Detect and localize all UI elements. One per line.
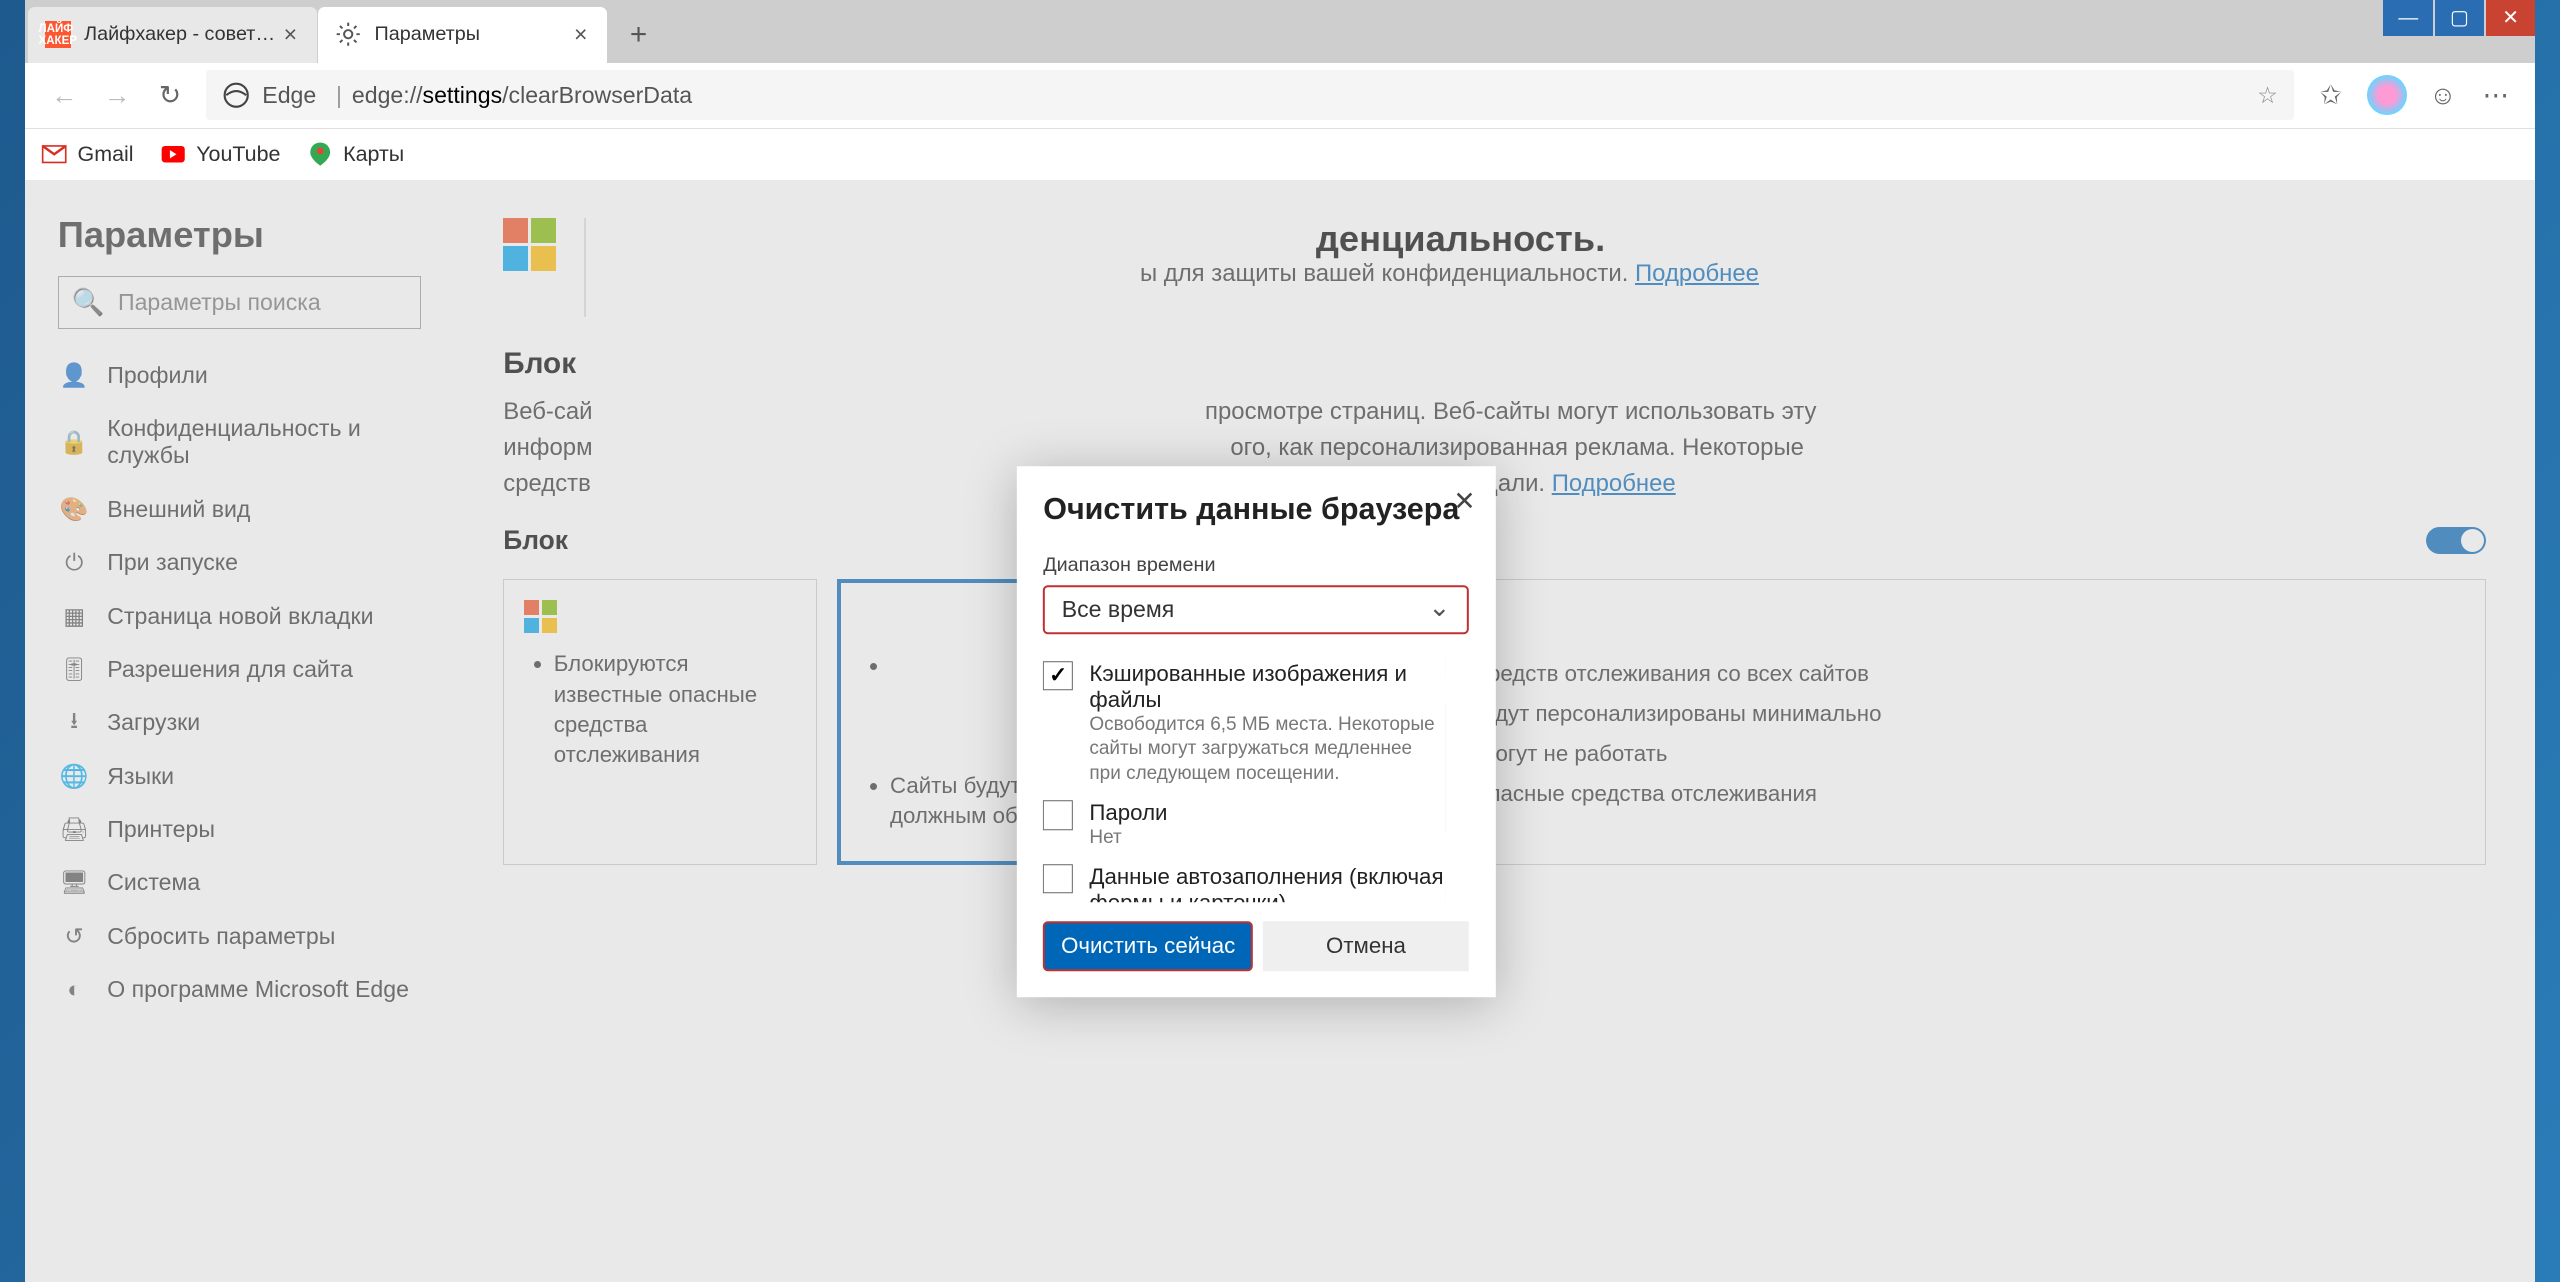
privacy-heading: XXXXXXXXXXXXXXXXXXXXXXXXXXXXXденциальнос… (614, 218, 2486, 260)
sidebar-item-profiles[interactable]: 👤Профили (38, 349, 441, 402)
dialog-title: Очистить данные браузера (1043, 492, 1469, 527)
sidebar-item-appearance[interactable]: 🎨Внешний вид (38, 483, 441, 536)
page-title: Параметры (38, 214, 441, 276)
address-url: edge://settings/clearBrowserData (352, 82, 692, 109)
sidebar-item-printers[interactable]: 🖨Принтеры (38, 803, 441, 856)
browser-window: ЛАЙФХАКЕР Лайфхакер - советы и лайфхаки … (25, 0, 2536, 1282)
sidebar-item-privacy[interactable]: 🔒Конфиденциальность и службы (38, 402, 441, 482)
privacy-subtitle: XXXXXXXXXXXXXXXXXXXXXXXXXXXXXXXXXы для з… (614, 260, 2486, 288)
blocking-heading: Блок (503, 347, 2486, 381)
sidebar-item-languages[interactable]: 🌐Языки (38, 750, 441, 803)
bookmark-maps[interactable]: Карты (307, 141, 404, 167)
lifehacker-favicon: ЛАЙФХАКЕР (45, 21, 71, 47)
sidebar-item-downloads[interactable]: ⭳Загрузки (38, 696, 441, 749)
titlebar: ЛАЙФХАКЕР Лайфхакер - советы и лайфхаки … (25, 0, 2536, 63)
cancel-button[interactable]: Отмена (1263, 922, 1469, 972)
address-separator: | (336, 82, 342, 109)
window-controls: — ▢ ✕ (2383, 0, 2535, 36)
scroll-down-icon[interactable]: ▼ (1446, 879, 1469, 902)
time-range-dropdown[interactable]: Все время (1043, 585, 1469, 635)
option-cache[interactable]: Кэшированные изображения и файлыОсвободи… (1043, 654, 1446, 793)
monitor-icon: 🖥 (61, 870, 87, 896)
power-icon: ⏻ (61, 549, 87, 575)
dialog-close-button[interactable]: ✕ (1453, 486, 1475, 517)
settings-sidebar: Параметры 🔍 👤Профили 🔒Конфиденциальность… (25, 181, 454, 1282)
tab-settings[interactable]: Параметры × (318, 7, 607, 63)
scrollbar-track[interactable] (1446, 654, 1469, 902)
toolbar: ← → ↻ Edge | edge://settings/clearBrowse… (25, 63, 2536, 129)
clear-data-dialog: ✕ Очистить данные браузера Диапазон врем… (1017, 466, 1495, 998)
new-tab-button[interactable]: + (615, 12, 661, 58)
search-icon: 🔍 (72, 287, 105, 318)
address-label: Edge (262, 82, 316, 109)
toggle-label: Блок (503, 525, 568, 556)
tabs-strip: ЛАЙФХАКЕР Лайфхакер - советы и лайфхаки … (25, 0, 662, 63)
dialog-buttons: Очистить сейчас Отмена (1043, 922, 1469, 972)
sidebar-item-about[interactable]: ◐О программе Microsoft Edge (38, 963, 441, 1016)
bookmark-youtube[interactable]: YouTube (160, 141, 281, 167)
sidebar-item-permissions[interactable]: 🎚Разрешения для сайта (38, 643, 441, 696)
option-autofill[interactable]: Данные автозаполнения (включая формы и к… (1043, 857, 1446, 902)
maximize-button[interactable]: ▢ (2435, 0, 2485, 36)
tab-lifehacker[interactable]: ЛАЙФХАКЕР Лайфхакер - советы и лайфхаки … (28, 7, 317, 63)
sidebar-item-system[interactable]: 🖥Система (38, 856, 441, 909)
checkbox-icon[interactable] (1043, 661, 1073, 691)
sidebar-item-startup[interactable]: ⏻При запуске (38, 536, 441, 589)
download-icon: ⭳ (61, 710, 87, 736)
tracking-toggle[interactable] (2426, 527, 2485, 553)
checkbox-icon[interactable] (1043, 864, 1073, 894)
clear-options-list: ▲ ▼ Кэшированные изображения и файлыОсво… (1043, 654, 1469, 902)
gmail-icon (41, 141, 67, 167)
bookmark-gmail[interactable]: Gmail (41, 141, 133, 167)
card-basic[interactable]: Блокируются известные опасные средства о… (503, 579, 817, 865)
microsoft-logo (503, 218, 556, 271)
scroll-up-icon[interactable]: ▲ (1446, 654, 1469, 677)
palette-icon: 🎨 (61, 496, 87, 522)
grid-icon: ▦ (61, 603, 87, 629)
more-menu-icon[interactable]: ⋯ (2469, 69, 2522, 122)
time-range-label: Диапазон времени (1043, 554, 1469, 577)
edge-icon (223, 82, 249, 108)
learn-more-link[interactable]: Подробнее (1635, 260, 1759, 287)
favorites-icon[interactable]: ✩ (2304, 69, 2357, 122)
lock-icon: 🔒 (61, 429, 87, 455)
search-input[interactable] (118, 289, 407, 316)
favorite-star-icon[interactable]: ☆ (2257, 82, 2278, 109)
sidebar-item-newtab[interactable]: ▦Страница новой вкладки (38, 589, 441, 642)
learn-more-link[interactable]: Подробнее (1552, 470, 1676, 497)
window-close-button[interactable]: ✕ (2486, 0, 2536, 36)
reset-icon: ↺ (61, 923, 87, 949)
tab-title: Лайфхакер - советы и лайфхаки (84, 23, 277, 46)
back-button[interactable]: ← (38, 69, 91, 122)
refresh-button[interactable]: ↻ (144, 69, 197, 122)
sidebar-item-reset[interactable]: ↺Сбросить параметры (38, 910, 441, 963)
bookmarks-bar: Gmail YouTube Карты (25, 129, 2536, 182)
minimize-button[interactable]: — (2383, 0, 2433, 36)
checkbox-icon[interactable] (1043, 800, 1073, 830)
youtube-icon (160, 141, 186, 167)
clear-now-button[interactable]: Очистить сейчас (1043, 922, 1253, 972)
address-bar[interactable]: Edge | edge://settings/clearBrowserData … (206, 70, 2294, 120)
edge-icon: ◐ (61, 976, 87, 1002)
forward-button[interactable]: → (91, 69, 144, 122)
globe-icon: 🌐 (61, 763, 87, 789)
settings-search[interactable]: 🔍 (58, 276, 421, 329)
content-area: Параметры 🔍 👤Профили 🔒Конфиденциальность… (25, 181, 2536, 1282)
maps-icon (307, 141, 333, 167)
printer-icon: 🖨 (61, 816, 87, 842)
close-icon[interactable]: × (568, 21, 594, 47)
person-icon: 👤 (61, 362, 87, 388)
profile-avatar[interactable] (2367, 75, 2407, 115)
close-icon[interactable]: × (277, 21, 303, 47)
smile-icon[interactable]: ☺ (2416, 69, 2469, 122)
scrollbar-thumb[interactable] (1446, 704, 1469, 833)
tab-title: Параметры (375, 23, 568, 46)
sliders-icon: 🎚 (61, 656, 87, 682)
option-passwords[interactable]: ПаролиНет (1043, 793, 1446, 857)
gear-icon (335, 21, 361, 47)
